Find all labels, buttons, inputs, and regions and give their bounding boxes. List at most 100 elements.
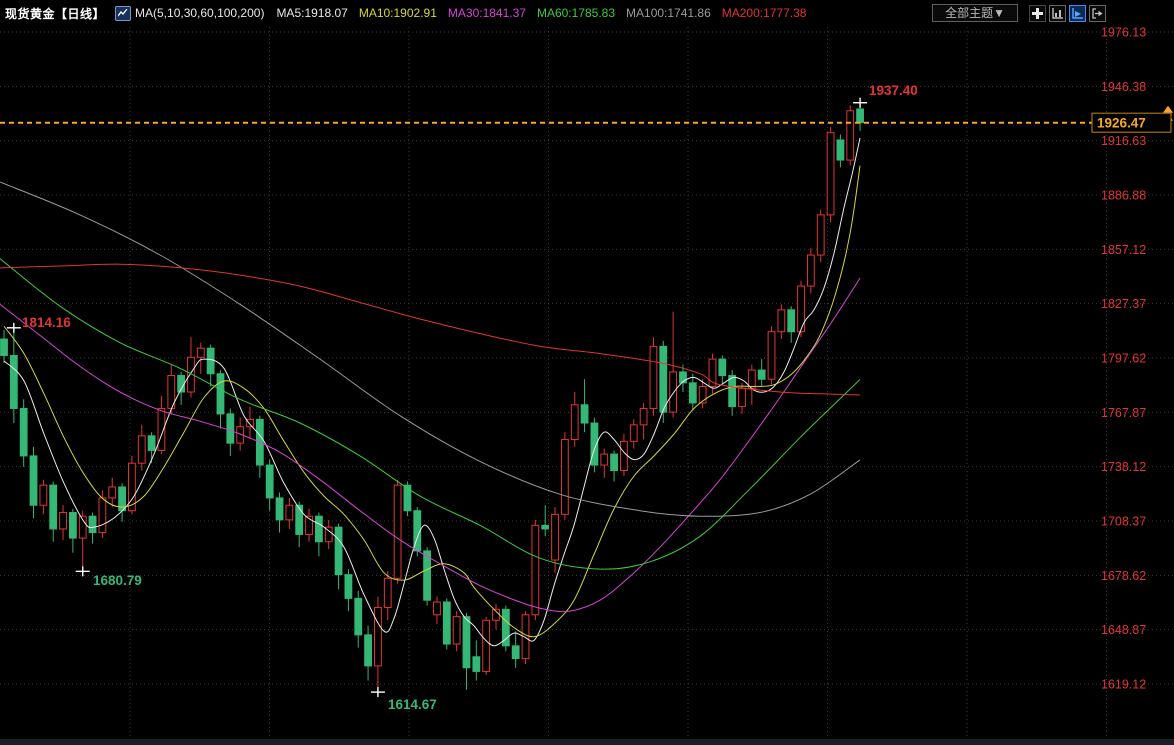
candle[interactable] (670, 372, 677, 412)
candle[interactable] (20, 408, 27, 455)
candle[interactable] (394, 485, 401, 578)
candle[interactable] (286, 505, 293, 520)
candle[interactable] (365, 635, 372, 666)
grid-layer (0, 27, 1174, 739)
candle[interactable] (50, 485, 57, 529)
extreme-price-label: 1680.79 (93, 573, 142, 588)
trading-chart-app: 1814.161680.791614.671937.401976.131946.… (0, 0, 1174, 745)
axis-price-label: 1708.37 (1101, 514, 1146, 528)
ma60-value: MA60:1785.83 (537, 6, 615, 20)
candle[interactable] (552, 514, 559, 560)
axis-price-label: 1797.62 (1101, 351, 1146, 365)
candle[interactable] (109, 487, 116, 498)
candle[interactable] (1, 339, 8, 355)
candle[interactable] (384, 578, 391, 607)
candle[interactable] (512, 646, 519, 659)
ma30-value: MA30:1841.37 (448, 6, 526, 20)
candle[interactable] (69, 513, 76, 539)
candle[interactable] (434, 602, 441, 615)
candle[interactable] (739, 388, 746, 406)
bottom-scrollbar-strip[interactable] (0, 739, 1174, 745)
axis-price-label: 1619.12 (1101, 677, 1146, 691)
ma5-value: MA5:1918.07 (276, 6, 347, 20)
candle[interactable] (561, 439, 568, 514)
chart-axes-icon[interactable] (1049, 5, 1066, 22)
candle[interactable] (857, 109, 864, 123)
ma-parameter-label: MA(5,10,30,60,100,200) (135, 6, 264, 20)
candle[interactable] (729, 376, 736, 407)
candle[interactable] (345, 575, 352, 599)
price-up-arrow-icon (1163, 106, 1173, 113)
candle[interactable] (650, 346, 657, 408)
exit-pane-icon[interactable] (1089, 5, 1106, 22)
ma200-value: MA200:1777.38 (722, 6, 807, 20)
candle[interactable] (611, 454, 618, 470)
candle[interactable] (847, 111, 854, 160)
candle[interactable] (355, 598, 362, 635)
candle[interactable] (217, 374, 224, 414)
candle[interactable] (827, 133, 834, 215)
axis-price-label: 1946.38 (1101, 80, 1146, 94)
axis-price-label: 1976.13 (1101, 26, 1146, 40)
move-icon[interactable] (1029, 5, 1046, 22)
candle[interactable] (689, 383, 696, 403)
candle[interactable] (404, 485, 411, 511)
candle[interactable] (453, 617, 460, 644)
candle[interactable] (197, 348, 204, 357)
axis-price-label: 1767.87 (1101, 406, 1146, 420)
axis-price-label: 1738.12 (1101, 460, 1146, 474)
candle[interactable] (817, 215, 824, 255)
candle[interactable] (335, 527, 342, 574)
axis-price-label: 1886.88 (1101, 188, 1146, 202)
candle[interactable] (276, 498, 283, 520)
candle[interactable] (30, 456, 37, 505)
extreme-price-label: 1814.16 (22, 315, 71, 330)
axis-price-label: 1916.63 (1101, 134, 1146, 148)
candle[interactable] (788, 310, 795, 332)
candle[interactable] (473, 657, 480, 672)
candle[interactable] (719, 359, 726, 375)
ma100-value: MA100:1741.86 (626, 6, 711, 20)
candle[interactable] (266, 465, 273, 498)
candle[interactable] (807, 255, 814, 286)
candle[interactable] (10, 355, 17, 408)
ma-line-ma60 (0, 259, 860, 570)
price-line-layer (0, 106, 1173, 123)
candle[interactable] (571, 405, 578, 440)
theme-dropdown[interactable]: 全部主题▼ (932, 4, 1018, 22)
candle[interactable] (375, 607, 382, 665)
candle[interactable] (227, 414, 234, 443)
axis-price-label: 1827.37 (1101, 297, 1146, 311)
candle[interactable] (443, 602, 450, 644)
candlestick-chart-canvas[interactable]: 1814.161680.791614.671937.401976.131946.… (0, 0, 1174, 745)
axis-price-label: 1648.87 (1101, 623, 1146, 637)
candle[interactable] (89, 516, 96, 532)
candle[interactable] (601, 454, 608, 465)
candle[interactable] (621, 441, 628, 470)
candle[interactable] (778, 310, 785, 332)
current-price-value: 1926.47 (1097, 116, 1146, 131)
candle[interactable] (99, 498, 106, 533)
candle[interactable] (640, 408, 647, 424)
candle[interactable] (296, 505, 303, 534)
candle[interactable] (483, 620, 490, 671)
candle[interactable] (463, 617, 470, 668)
candle[interactable] (532, 525, 539, 614)
axis-price-label: 1857.12 (1101, 243, 1146, 257)
candle[interactable] (40, 485, 47, 505)
chart-axes-active-icon[interactable] (1069, 5, 1086, 22)
candle[interactable] (660, 346, 667, 412)
candle[interactable] (542, 525, 549, 529)
candle[interactable] (148, 436, 155, 451)
candle[interactable] (768, 332, 775, 379)
candle[interactable] (630, 425, 637, 441)
candle[interactable] (581, 405, 588, 423)
candle[interactable] (315, 516, 322, 542)
candle[interactable] (207, 348, 214, 374)
price-axis[interactable]: 1976.13 1946.38 1916.63 1886.88 1857.12 1827.… (1092, 26, 1171, 692)
symbol-title: 现货黄金【日线】 (5, 5, 105, 22)
candle[interactable] (837, 140, 844, 160)
candle[interactable] (60, 513, 67, 529)
candle[interactable] (138, 436, 145, 463)
candle[interactable] (758, 370, 765, 379)
